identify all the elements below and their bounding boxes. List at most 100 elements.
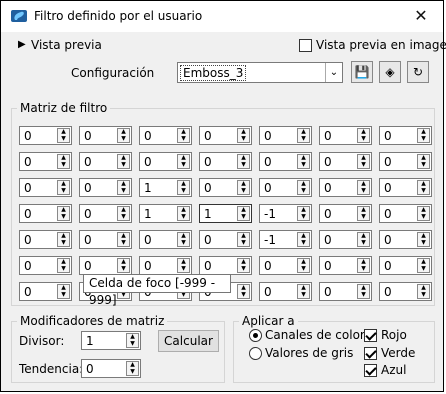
matrix-cell-spinner[interactable]: ▲▼ — [237, 232, 250, 247]
matrix-cell[interactable]: -1 ▲ ▼ — [259, 230, 312, 249]
matrix-cell[interactable]: 0 ▲▼ — [139, 126, 192, 145]
reset-icon[interactable]: ↻ — [407, 61, 429, 83]
matrix-cell-spinner[interactable]: ▲▼ — [237, 154, 250, 169]
matrix-cell-spinner[interactable]: ▲▼ — [297, 232, 310, 247]
preview-toggle-label[interactable]: Vista previa — [31, 38, 102, 52]
grey-values-radio[interactable] — [249, 347, 262, 360]
matrix-cell[interactable]: 0 ▲▼ — [379, 204, 432, 223]
matrix-cell-spinner[interactable]: ▲▼ — [117, 154, 130, 169]
preview-in-image-checkbox[interactable] — [299, 39, 312, 52]
matrix-cell-spinner[interactable]: ▲▼ — [57, 232, 70, 247]
matrix-cell-spinner[interactable]: ▲▼ — [57, 284, 70, 299]
matrix-cell[interactable]: 0 ▲▼ — [259, 256, 312, 275]
matrix-cell[interactable]: 0 ▲▼ — [199, 152, 252, 171]
matrix-cell[interactable]: 0 ▲▼ — [199, 256, 252, 275]
matrix-cell[interactable]: 0 ▲▼ — [319, 178, 372, 197]
red-checkbox[interactable] — [364, 329, 377, 342]
matrix-cell[interactable]: 0 ▲▼ — [79, 126, 132, 145]
matrix-cell-spinner[interactable]: ▲▼ — [177, 128, 190, 143]
matrix-cell-spinner[interactable]: ▲▼ — [177, 206, 190, 221]
matrix-cell-spinner[interactable]: ▲▼ — [357, 206, 370, 221]
matrix-cell-spinner[interactable]: ▲▼ — [177, 180, 190, 195]
matrix-cell-spinner[interactable]: ▲▼ — [417, 206, 430, 221]
matrix-cell[interactable]: 1 ▲ ▼ — [139, 178, 192, 197]
matrix-cell-spinner[interactable]: ▲▼ — [237, 128, 250, 143]
divisor-spinner[interactable]: ▲ ▼ — [126, 333, 139, 348]
matrix-cell-spinner[interactable]: ▲▼ — [117, 206, 130, 221]
matrix-cell-spinner[interactable]: ▲▼ — [237, 180, 250, 195]
matrix-cell-spinner[interactable]: ▲▼ — [57, 128, 70, 143]
matrix-cell-spinner[interactable]: ▲▼ — [237, 284, 250, 299]
configuration-select[interactable]: Emboss_3 ⌄ — [177, 62, 343, 83]
matrix-cell[interactable]: 0 ▲▼ — [319, 152, 372, 171]
matrix-cell-spinner[interactable]: ▲▼ — [57, 258, 70, 273]
matrix-cell[interactable]: 0 ▲▼ — [19, 178, 72, 197]
close-icon[interactable]: ✕ — [399, 1, 443, 32]
matrix-cell-spinner[interactable]: ▲▼ — [417, 154, 430, 169]
matrix-cell-spinner[interactable]: ▲▼ — [57, 154, 70, 169]
matrix-cell[interactable]: 0 ▲▼ — [19, 230, 72, 249]
matrix-cell-spinner[interactable]: ▲▼ — [357, 154, 370, 169]
matrix-cell[interactable]: 0 ▲▼ — [199, 178, 252, 197]
matrix-cell-spinner[interactable]: ▲▼ — [357, 232, 370, 247]
matrix-cell[interactable]: 0 ▲▼ — [19, 256, 72, 275]
matrix-cell-spinner[interactable]: ▲▼ — [297, 284, 310, 299]
matrix-cell[interactable]: 0 ▲▼ — [19, 282, 72, 301]
color-channels-radio[interactable] — [249, 329, 262, 342]
matrix-cell[interactable]: 0 ▲▼ — [379, 152, 432, 171]
matrix-cell[interactable]: 0 ▲▼ — [139, 230, 192, 249]
matrix-cell-spinner[interactable]: ▲▼ — [357, 258, 370, 273]
matrix-cell[interactable]: 0 ▲▼ — [199, 230, 252, 249]
blue-checkbox[interactable] — [364, 364, 377, 377]
matrix-cell-spinner[interactable]: ▲▼ — [417, 128, 430, 143]
preset-manager-icon[interactable]: ◈ — [379, 61, 401, 83]
chevron-down-icon[interactable]: ⌄ — [325, 63, 342, 82]
matrix-cell[interactable]: 0 ▲▼ — [259, 178, 312, 197]
matrix-cell[interactable]: 1 ▲ ▼ — [139, 204, 192, 223]
matrix-cell-spinner[interactable]: ▲▼ — [417, 284, 430, 299]
save-preset-icon[interactable]: 💾 — [351, 61, 373, 83]
matrix-cell-spinner[interactable]: ▲▼ — [297, 154, 310, 169]
matrix-cell[interactable]: 0 ▲▼ — [319, 230, 372, 249]
matrix-cell[interactable]: 0 ▲▼ — [79, 204, 132, 223]
matrix-cell[interactable]: -1 ▲ ▼ — [259, 204, 312, 223]
matrix-cell[interactable]: 0 ▲▼ — [379, 282, 432, 301]
matrix-cell-spinner[interactable]: ▲▼ — [117, 232, 130, 247]
matrix-cell[interactable]: 0 ▲▼ — [199, 126, 252, 145]
matrix-cell[interactable]: 0 ▲▼ — [319, 126, 372, 145]
matrix-cell-spinner[interactable]: ▲▼ — [417, 180, 430, 195]
matrix-cell-spinner[interactable]: ▲▼ — [297, 206, 310, 221]
matrix-cell[interactable]: 0 ▲▼ — [139, 152, 192, 171]
matrix-cell-spinner[interactable]: ▲▼ — [357, 128, 370, 143]
bias-spinner[interactable]: ▲ ▼ — [126, 361, 139, 376]
matrix-cell[interactable]: 0 ▲▼ — [319, 282, 372, 301]
matrix-cell[interactable]: 1 ▲ ▼ — [199, 204, 252, 223]
matrix-cell-spinner[interactable]: ▲▼ — [57, 180, 70, 195]
divisor-input[interactable]: 1 ▲ ▼ — [81, 331, 141, 350]
matrix-cell-spinner[interactable]: ▲▼ — [117, 128, 130, 143]
matrix-cell[interactable]: 0 ▲▼ — [79, 256, 132, 275]
matrix-cell[interactable]: 0 ▲▼ — [259, 152, 312, 171]
matrix-cell-spinner[interactable]: ▲▼ — [237, 206, 250, 221]
matrix-cell-spinner[interactable]: ▲▼ — [177, 232, 190, 247]
matrix-cell[interactable]: 0 ▲▼ — [379, 230, 432, 249]
matrix-cell-spinner[interactable]: ▲▼ — [417, 232, 430, 247]
matrix-cell-spinner[interactable]: ▲▼ — [297, 180, 310, 195]
matrix-cell[interactable]: 0 ▲▼ — [79, 230, 132, 249]
matrix-cell[interactable]: 0 ▲▼ — [79, 178, 132, 197]
matrix-cell[interactable]: 0 ▲▼ — [19, 204, 72, 223]
green-checkbox[interactable] — [364, 347, 377, 360]
matrix-cell[interactable]: 0 ▲▼ — [379, 256, 432, 275]
matrix-cell-spinner[interactable]: ▲▼ — [117, 258, 130, 273]
matrix-cell-spinner[interactable]: ▲▼ — [177, 154, 190, 169]
expand-arrow-icon[interactable]: ▶ — [18, 39, 26, 50]
matrix-cell[interactable]: 0 ▲▼ — [259, 282, 312, 301]
calculate-button[interactable]: Calcular — [158, 330, 219, 352]
matrix-cell-spinner[interactable]: ▲▼ — [357, 284, 370, 299]
matrix-cell[interactable]: 0 ▲▼ — [19, 126, 72, 145]
matrix-cell[interactable]: 0 ▲▼ — [379, 126, 432, 145]
matrix-cell-spinner[interactable]: ▲▼ — [177, 258, 190, 273]
matrix-cell-spinner[interactable]: ▲▼ — [297, 258, 310, 273]
matrix-cell[interactable]: 0 ▲▼ — [319, 256, 372, 275]
matrix-cell[interactable]: 0 ▲▼ — [79, 152, 132, 171]
